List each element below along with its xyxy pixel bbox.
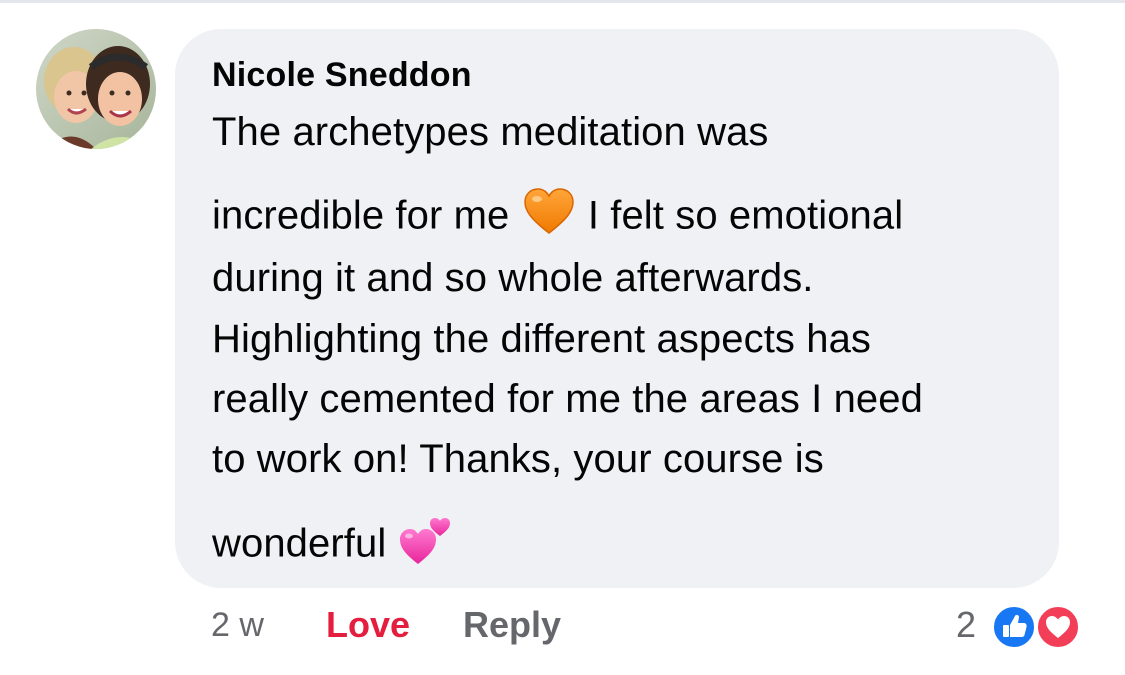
comment-text: wonderful xyxy=(212,521,398,566)
top-divider xyxy=(0,0,1125,3)
two-hearts-icon xyxy=(398,512,454,580)
comment-text-line: to work on! Thanks, your course is xyxy=(212,434,824,484)
orange-heart-icon xyxy=(521,187,577,249)
avatar[interactable] xyxy=(36,29,156,149)
comment-text-line: really cemented for me the areas I need xyxy=(212,374,923,424)
comment-text: I felt so emotional xyxy=(576,193,904,238)
comment-text: incredible for me xyxy=(212,193,521,238)
comment-author[interactable]: Nicole Sneddon xyxy=(212,52,472,98)
comment-text: during it and so whole afterwards. xyxy=(212,256,814,300)
comment-text-line: wonderful xyxy=(212,512,454,580)
comment-text-line: Highlighting the different aspects has xyxy=(212,314,871,364)
comment-text-line: The archetypes meditation was xyxy=(212,107,769,157)
comment-timestamp[interactable]: 2 w xyxy=(211,600,264,650)
heart-icon xyxy=(1035,604,1081,650)
love-button[interactable]: Love xyxy=(326,600,410,650)
like-icon xyxy=(991,604,1037,650)
comment-text-line: incredible for me I felt so emotional xyxy=(212,187,903,249)
reaction-summary[interactable] xyxy=(991,604,1091,650)
comment-text: really cemented for me the areas I need xyxy=(212,377,923,421)
comment-text: Highlighting the different aspects has xyxy=(212,317,872,361)
comment-text: to work on! Thanks, your course is xyxy=(212,437,824,481)
comment-text-line: during it and so whole afterwards. xyxy=(212,253,814,303)
comment-text: The archetypes meditation was xyxy=(212,110,769,154)
reaction-count[interactable]: 2 xyxy=(956,600,976,650)
reply-button[interactable]: Reply xyxy=(463,600,561,650)
